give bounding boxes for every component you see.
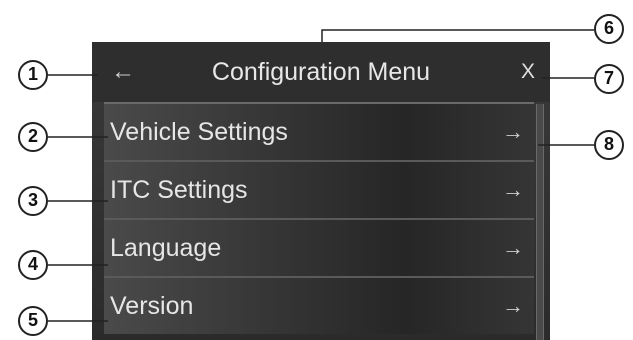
callout-7: 7 — [594, 64, 624, 94]
callout-5: 5 — [18, 306, 48, 336]
callout-4: 4 — [18, 250, 48, 280]
leader-line-6 — [321, 29, 594, 42]
callout-1: 1 — [18, 60, 48, 90]
callout-leader-lines — [48, 29, 594, 322]
callout-2: 2 — [18, 122, 48, 152]
callout-8: 8 — [594, 130, 624, 160]
callout-3: 3 — [18, 186, 48, 216]
callout-6: 6 — [594, 14, 624, 44]
